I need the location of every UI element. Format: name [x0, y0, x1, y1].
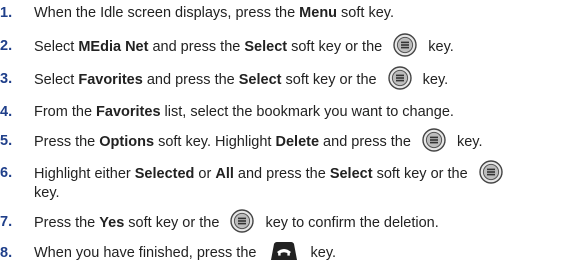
step-number: 6.	[0, 165, 13, 181]
navigation-key-icon	[479, 160, 503, 184]
step-text: From the Favorites list, select the book…	[34, 104, 454, 120]
step-number: 1.	[0, 5, 13, 21]
step-text: Press the Yes soft key or the key to con…	[34, 213, 574, 233]
step-number: 8.	[0, 245, 13, 261]
all-label: All	[215, 165, 234, 182]
menu-soft-key-label: Menu	[299, 5, 338, 21]
step-number: 4.	[0, 104, 13, 120]
instruction-list: 1. When the Idle screen displays, press …	[0, 0, 574, 264]
navigation-key-icon	[422, 128, 446, 152]
favorites-label: Favorites	[96, 104, 161, 120]
navigation-key-icon	[393, 33, 417, 57]
step-number: 7.	[0, 214, 13, 230]
select-soft-key-label: Select	[329, 165, 373, 182]
select-soft-key-label: Select	[238, 71, 282, 88]
select-soft-key-label: Select	[244, 38, 288, 55]
favorites-label: Favorites	[78, 71, 143, 88]
step-text: When you have finished, press the key.	[34, 244, 574, 262]
navigation-key-icon	[388, 66, 412, 90]
step-text: Highlight either Selected or All and pre…	[34, 164, 574, 184]
end-key-icon	[268, 241, 300, 261]
selected-label: Selected	[134, 165, 195, 182]
yes-soft-key-label: Yes	[99, 214, 125, 231]
step-text: Select Favorites and press the Select so…	[34, 70, 574, 90]
step-number: 2.	[0, 38, 13, 54]
delete-label: Delete	[275, 133, 320, 150]
step-number: 5.	[0, 133, 13, 149]
step-text: Press the Options soft key. Highlight De…	[34, 132, 574, 152]
media-net-label: MEdia Net	[78, 38, 149, 55]
options-soft-key-label: Options	[99, 133, 155, 150]
step-text: When the Idle screen displays, press the…	[34, 5, 394, 21]
navigation-key-icon	[230, 209, 254, 233]
step-text-continued: key.	[34, 185, 60, 201]
step-text: Select MEdia Net and press the Select so…	[34, 37, 574, 57]
step-number: 3.	[0, 71, 13, 87]
